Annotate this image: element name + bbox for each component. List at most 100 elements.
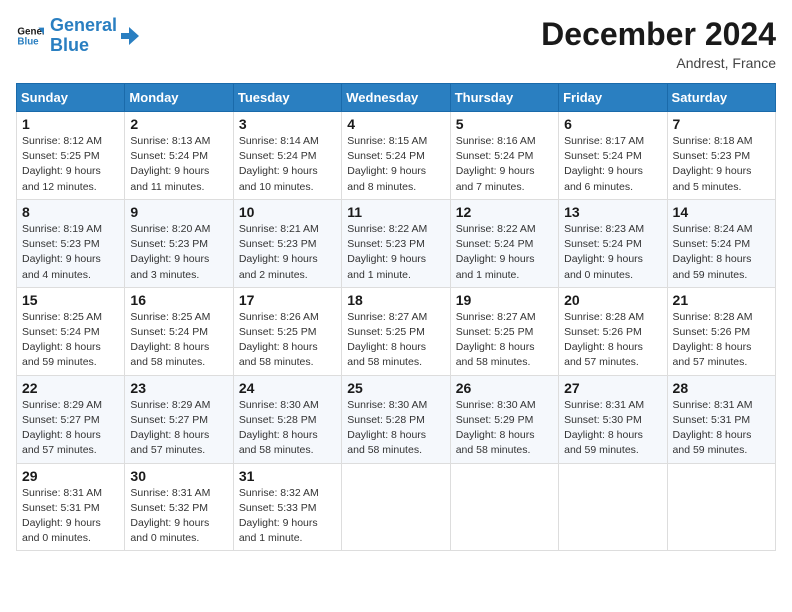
day-info: Sunrise: 8:31 AMSunset: 5:31 PMDaylight:…: [22, 486, 119, 547]
calendar-cell: 27 Sunrise: 8:31 AMSunset: 5:30 PMDayligh…: [559, 375, 667, 463]
day-info: Sunrise: 8:28 AMSunset: 5:26 PMDaylight:…: [673, 310, 770, 371]
day-info: Sunrise: 8:14 AMSunset: 5:24 PMDaylight:…: [239, 134, 336, 195]
day-info: Sunrise: 8:18 AMSunset: 5:23 PMDaylight:…: [673, 134, 770, 195]
day-number: 26: [456, 380, 553, 396]
calendar-cell: 4 Sunrise: 8:15 AMSunset: 5:24 PMDaylight…: [342, 112, 450, 200]
day-info: Sunrise: 8:30 AMSunset: 5:28 PMDaylight:…: [347, 398, 444, 459]
day-number: 4: [347, 116, 444, 132]
calendar-cell: 9Sunrise: 8:20 AMSunset: 5:23 PMDaylight…: [125, 199, 233, 287]
day-number: 5: [456, 116, 553, 132]
day-number: 17: [239, 292, 336, 308]
calendar-week-row: 15 Sunrise: 8:25 AMSunset: 5:24 PMDayligh…: [17, 287, 776, 375]
day-number: 31: [239, 468, 336, 484]
day-number: 24: [239, 380, 336, 396]
location: Andrest, France: [541, 55, 776, 71]
day-info: Sunrise: 8:22 AMSunset: 5:24 PMDaylight:…: [456, 222, 553, 283]
logo-arrow-icon: [119, 25, 141, 47]
calendar-cell: 12 Sunrise: 8:22 AMSunset: 5:24 PMDayligh…: [450, 199, 558, 287]
calendar-cell: 13 Sunrise: 8:23 AMSunset: 5:24 PMDayligh…: [559, 199, 667, 287]
title-block: December 2024 Andrest, France: [541, 16, 776, 71]
calendar-cell: 10 Sunrise: 8:21 AMSunset: 5:23 PMDayligh…: [233, 199, 341, 287]
day-info: Sunrise: 8:25 AMSunset: 5:24 PMDaylight:…: [130, 310, 227, 371]
header-saturday: Saturday: [667, 84, 775, 112]
day-info: Sunrise: 8:31 AMSunset: 5:31 PMDaylight:…: [673, 398, 770, 459]
day-number: 27: [564, 380, 661, 396]
calendar-cell: 7 Sunrise: 8:18 AMSunset: 5:23 PMDaylight…: [667, 112, 775, 200]
day-info: Sunrise: 8:28 AMSunset: 5:26 PMDaylight:…: [564, 310, 661, 371]
day-info: Sunrise: 8:31 AMSunset: 5:30 PMDaylight:…: [564, 398, 661, 459]
day-info: Sunrise: 8:30 AMSunset: 5:29 PMDaylight:…: [456, 398, 553, 459]
calendar-cell: 15Sunrise: 8:25 AMSunset: 5:24 PMDayligh…: [17, 287, 125, 375]
day-info: Sunrise: 8:27 AMSunset: 5:25 PMDaylight:…: [347, 310, 444, 371]
svg-text:Blue: Blue: [17, 36, 39, 47]
day-number: 8: [22, 204, 119, 220]
day-number: 21: [673, 292, 770, 308]
day-info: Sunrise: 8:24 AMSunset: 5:24 PMDaylight:…: [673, 222, 770, 283]
day-info: Sunrise: 8:17 AMSunset: 5:24 PMDaylight:…: [564, 134, 661, 195]
calendar-cell: 29 Sunrise: 8:31 AMSunset: 5:31 PMDayligh…: [17, 463, 125, 551]
day-info: Sunrise: 8:32 AMSunset: 5:33 PMDaylight:…: [239, 486, 336, 547]
day-number: 16: [130, 292, 227, 308]
calendar-cell: 26 Sunrise: 8:30 AMSunset: 5:29 PMDayligh…: [450, 375, 558, 463]
calendar-cell: 5Sunrise: 8:16 AMSunset: 5:24 PMDaylight…: [450, 112, 558, 200]
logo-text: GeneralBlue: [50, 16, 117, 56]
day-info: Sunrise: 8:27 AMSunset: 5:25 PMDaylight:…: [456, 310, 553, 371]
day-info: Sunrise: 8:12 AMSunset: 5:25 PMDaylight:…: [22, 134, 119, 195]
calendar-cell: 8 Sunrise: 8:19 AMSunset: 5:23 PMDaylight…: [17, 199, 125, 287]
calendar-cell: [342, 463, 450, 551]
day-number: 7: [673, 116, 770, 132]
calendar-week-row: 22 Sunrise: 8:29 AMSunset: 5:27 PMDayligh…: [17, 375, 776, 463]
day-number: 3: [239, 116, 336, 132]
day-info: Sunrise: 8:15 AMSunset: 5:24 PMDaylight:…: [347, 134, 444, 195]
day-number: 28: [673, 380, 770, 396]
calendar-cell: 2Sunrise: 8:13 AMSunset: 5:24 PMDaylight…: [125, 112, 233, 200]
day-info: Sunrise: 8:23 AMSunset: 5:24 PMDaylight:…: [564, 222, 661, 283]
calendar-cell: 3 Sunrise: 8:14 AMSunset: 5:24 PMDaylight…: [233, 112, 341, 200]
calendar-header-row: SundayMondayTuesdayWednesdayThursdayFrid…: [17, 84, 776, 112]
day-number: 13: [564, 204, 661, 220]
day-info: Sunrise: 8:13 AMSunset: 5:24 PMDaylight:…: [130, 134, 227, 195]
day-number: 6: [564, 116, 661, 132]
calendar-cell: 28 Sunrise: 8:31 AMSunset: 5:31 PMDayligh…: [667, 375, 775, 463]
header-monday: Monday: [125, 84, 233, 112]
day-info: Sunrise: 8:19 AMSunset: 5:23 PMDaylight:…: [22, 222, 119, 283]
day-number: 1: [22, 116, 119, 132]
header-wednesday: Wednesday: [342, 84, 450, 112]
day-number: 12: [456, 204, 553, 220]
day-number: 19: [456, 292, 553, 308]
calendar-cell: 25 Sunrise: 8:30 AMSunset: 5:28 PMDayligh…: [342, 375, 450, 463]
calendar-cell: 31 Sunrise: 8:32 AMSunset: 5:33 PMDayligh…: [233, 463, 341, 551]
day-info: Sunrise: 8:26 AMSunset: 5:25 PMDaylight:…: [239, 310, 336, 371]
day-number: 15: [22, 292, 119, 308]
day-number: 20: [564, 292, 661, 308]
calendar-table: SundayMondayTuesdayWednesdayThursdayFrid…: [16, 83, 776, 551]
calendar-cell: 17 Sunrise: 8:26 AMSunset: 5:25 PMDayligh…: [233, 287, 341, 375]
day-number: 23: [130, 380, 227, 396]
calendar-cell: 11Sunrise: 8:22 AMSunset: 5:23 PMDayligh…: [342, 199, 450, 287]
day-number: 22: [22, 380, 119, 396]
day-info: Sunrise: 8:31 AMSunset: 5:32 PMDaylight:…: [130, 486, 227, 547]
calendar-cell: 22 Sunrise: 8:29 AMSunset: 5:27 PMDayligh…: [17, 375, 125, 463]
day-info: Sunrise: 8:21 AMSunset: 5:23 PMDaylight:…: [239, 222, 336, 283]
calendar-cell: [450, 463, 558, 551]
calendar-cell: 20 Sunrise: 8:28 AMSunset: 5:26 PMDayligh…: [559, 287, 667, 375]
logo: General Blue GeneralBlue: [16, 16, 141, 56]
day-info: Sunrise: 8:29 AMSunset: 5:27 PMDaylight:…: [22, 398, 119, 459]
day-number: 9: [130, 204, 227, 220]
calendar-week-row: 1 Sunrise: 8:12 AMSunset: 5:25 PMDaylight…: [17, 112, 776, 200]
day-number: 10: [239, 204, 336, 220]
day-number: 29: [22, 468, 119, 484]
calendar-week-row: 8 Sunrise: 8:19 AMSunset: 5:23 PMDaylight…: [17, 199, 776, 287]
day-info: Sunrise: 8:30 AMSunset: 5:28 PMDaylight:…: [239, 398, 336, 459]
header-tuesday: Tuesday: [233, 84, 341, 112]
month-title: December 2024: [541, 16, 776, 53]
calendar-week-row: 29 Sunrise: 8:31 AMSunset: 5:31 PMDayligh…: [17, 463, 776, 551]
header-thursday: Thursday: [450, 84, 558, 112]
calendar-cell: 19 Sunrise: 8:27 AMSunset: 5:25 PMDayligh…: [450, 287, 558, 375]
day-number: 30: [130, 468, 227, 484]
page-header: General Blue GeneralBlue December 2024 A…: [16, 16, 776, 71]
day-info: Sunrise: 8:29 AMSunset: 5:27 PMDaylight:…: [130, 398, 227, 459]
header-sunday: Sunday: [17, 84, 125, 112]
calendar-cell: 18Sunrise: 8:27 AMSunset: 5:25 PMDayligh…: [342, 287, 450, 375]
day-number: 25: [347, 380, 444, 396]
